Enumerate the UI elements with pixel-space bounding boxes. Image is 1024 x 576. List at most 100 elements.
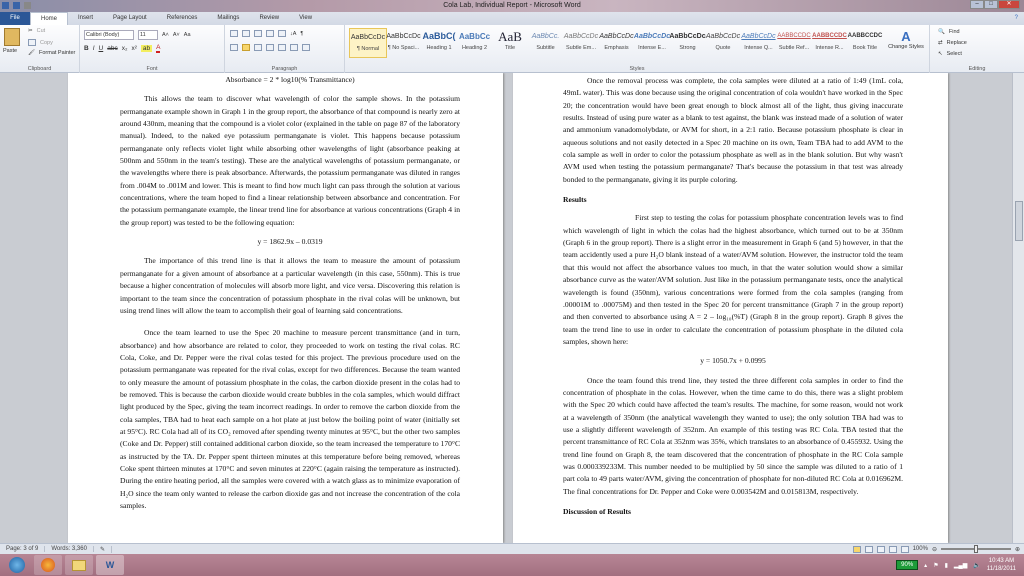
flag-icon[interactable]: ⚑ [933,562,938,569]
help-icon[interactable]: ? [1005,12,1024,25]
style-name: Strong [679,45,696,51]
scrollbar-thumb[interactable] [1015,201,1023,241]
print-layout-view-icon[interactable] [852,545,861,553]
vertical-scrollbar[interactable] [1012,73,1024,543]
find-button[interactable]: 🔍 Find [938,29,960,35]
highlight-icon[interactable]: ab [140,45,153,52]
align-left-icon[interactable] [230,44,238,51]
outline-view-icon[interactable] [888,545,897,553]
format-painter-button[interactable]: 🖌 Format Painter [28,50,75,56]
style-subtitle[interactable]: AaBbCc. Subtitle [527,28,565,58]
copy-button[interactable]: Copy [28,39,53,46]
taskbar-firefox[interactable] [34,555,62,575]
format-painter-label: Format Painter [38,50,76,56]
italic-button[interactable]: I [93,45,95,52]
tab-home[interactable]: Home [30,12,69,25]
page-count[interactable]: Page: 3 of 9 [0,546,46,552]
style-book-title[interactable]: AABBCCDC Book Title [846,28,884,58]
style-normal[interactable]: AaBbCcDc ¶ Normal [349,28,387,58]
word-count[interactable]: Words: 3,360 [45,546,94,552]
style-name: ¶ Normal [356,46,380,52]
zoom-slider[interactable] [940,545,1011,553]
subscript-button[interactable]: x₂ [122,45,128,52]
style-title[interactable]: AaB Title [491,28,529,58]
increase-indent-icon[interactable] [278,30,286,37]
clock[interactable]: 10:43 AM 11/18/2011 [987,557,1016,573]
power-icon[interactable]: ▮ [945,562,948,569]
bullets-icon[interactable] [230,30,238,37]
line-spacing-icon[interactable] [278,44,286,51]
multilevel-list-icon[interactable] [254,30,262,37]
change-case-button[interactable]: Aa [184,32,191,38]
tab-review[interactable]: Review [249,12,289,25]
style-intense-q[interactable]: AaBbCcDc Intense Q... [740,28,778,58]
bold-button[interactable]: B [84,45,89,52]
tab-page-layout[interactable]: Page Layout [103,12,157,25]
shading-icon[interactable] [290,44,298,51]
justify-icon[interactable] [266,44,274,51]
style-strong[interactable]: AaBbCcDc Strong [669,28,707,58]
proofing-icon[interactable]: ✎ [94,545,112,553]
style-preview: AaBbCcDc [599,33,634,40]
document-page-left[interactable]: Absorbance = 2 * log10(% Transmittance) … [68,73,503,543]
underline-button[interactable]: U [99,45,104,52]
superscript-button[interactable]: x² [131,45,136,52]
decrease-indent-icon[interactable] [266,30,274,37]
style-preview: AaBbCcDc [633,33,671,40]
style-no-spaci[interactable]: AaBbCcDc ¶ No Spaci... [385,28,423,58]
style-intense-e[interactable]: AaBbCcDc Intense E... [633,28,671,58]
style-subtle-em[interactable]: AaBbCcDc Subtle Em... [562,28,600,58]
numbering-icon[interactable] [242,30,250,37]
borders-icon[interactable] [302,44,310,51]
close-button[interactable]: ✕ [998,0,1020,9]
shrink-font-button[interactable]: A˅ [173,32,180,38]
style-heading-2[interactable]: AaBbCc Heading 2 [456,28,494,58]
document-page-right[interactable]: Once the removal process was complete, t… [513,73,948,543]
grow-font-button[interactable]: A˄ [162,32,169,38]
web-layout-icon[interactable] [876,545,885,553]
style-preview: AaB [498,29,522,44]
volume-icon[interactable]: 🔈 [973,562,980,569]
style-emphasis[interactable]: AaBbCcDc Emphasis [598,28,636,58]
zoom-slider-knob[interactable] [973,545,978,553]
tab-view[interactable]: View [289,12,322,25]
select-button[interactable]: ↖ Select [938,51,962,57]
network-icon[interactable]: ▂▄▆ [954,562,967,569]
style-heading-1[interactable]: AaBbC(Heading 1 [420,28,458,58]
strikethrough-button[interactable]: abc [107,45,117,52]
style-subtle-ref[interactable]: AABBCCDC Subtle Ref... [775,28,813,58]
align-right-icon[interactable] [254,44,262,51]
tab-mailings[interactable]: Mailings [207,12,249,25]
paste-icon[interactable] [4,28,20,46]
taskbar-word[interactable]: W [96,555,124,575]
battery-indicator[interactable]: 90% [896,560,919,570]
cursor-icon: ↖ [938,51,943,57]
zoom-out-button[interactable]: ⊖ [932,546,937,553]
style-quote[interactable]: AaBbCcDc Quote [704,28,742,58]
show-formatting-button[interactable]: ¶ [300,31,303,37]
tab-references[interactable]: References [157,12,208,25]
align-center-icon[interactable] [242,44,250,51]
tab-insert[interactable]: Insert [68,12,103,25]
cut-button[interactable]: ✂ Cut [28,28,45,34]
start-button[interactable] [3,555,31,575]
paragraph-label: Paragraph [271,66,298,72]
full-screen-reading-icon[interactable] [864,545,873,553]
style-intense-r[interactable]: AABBCCDC Intense R... [811,28,849,58]
replace-button[interactable]: ⇄ Replace [938,40,967,46]
zoom-level[interactable]: 100% [913,546,928,552]
zoom-in-button[interactable]: ⊕ [1015,546,1020,553]
change-styles-button[interactable]: A Change Styles [885,29,927,50]
firefox-icon [41,558,55,572]
font-color-button[interactable]: A [156,44,161,53]
taskbar-explorer[interactable] [65,555,93,575]
font-size-select[interactable]: 11 [138,30,158,40]
draft-view-icon[interactable] [900,545,909,553]
font-name-select[interactable]: Calibri (Body) [84,30,134,40]
paste-button[interactable]: Paste [3,48,17,54]
sort-button[interactable]: ↓A [290,31,296,37]
tab-file[interactable]: File [0,12,30,25]
minimize-button[interactable]: – [970,0,984,9]
show-hidden-icons[interactable]: ▴ [924,562,927,569]
maximize-button[interactable]: □ [984,0,998,9]
